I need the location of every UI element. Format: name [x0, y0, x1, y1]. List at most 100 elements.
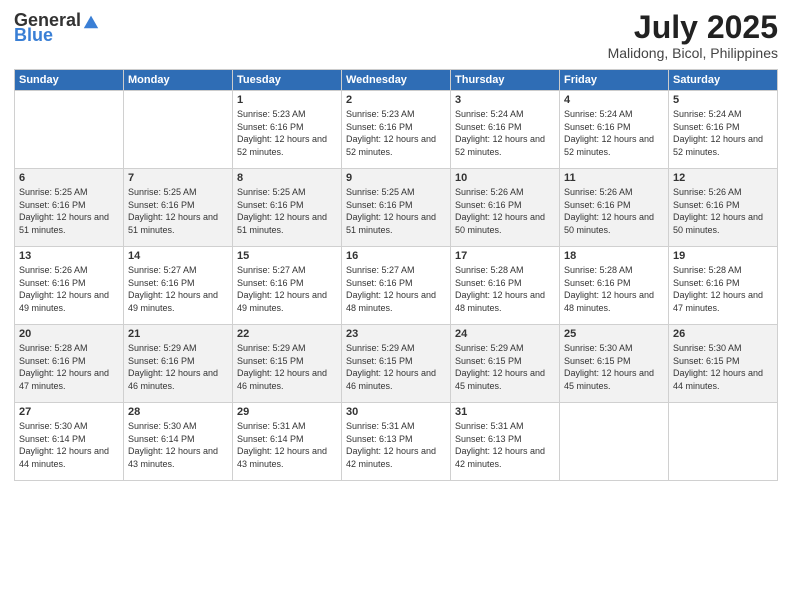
col-saturday: Saturday: [669, 70, 778, 91]
day-number: 3: [455, 94, 555, 106]
table-row: 28 Sunrise: 5:30 AM Sunset: 6:14 PM Dayli…: [124, 403, 233, 481]
table-row: [15, 91, 124, 169]
day-info: Sunrise: 5:31 AM Sunset: 6:13 PM Dayligh…: [346, 420, 446, 470]
calendar-week-row: 13Sunrise: 5:26 AM Sunset: 6:16 PM Dayli…: [15, 247, 778, 325]
page: General Blue July 2025 Malidong, Bicol, …: [0, 0, 792, 612]
day-number: 4: [564, 94, 664, 106]
day-number: 1: [237, 94, 337, 106]
day-number: 6: [19, 172, 119, 184]
table-row: 30 Sunrise: 5:31 AM Sunset: 6:13 PM Dayli…: [342, 403, 451, 481]
day-number: 13: [19, 250, 119, 262]
col-wednesday: Wednesday: [342, 70, 451, 91]
day-number: 8: [237, 172, 337, 184]
table-row: 24 Sunrise: 5:29 AM Sunset: 6:15 PM Dayli…: [451, 325, 560, 403]
day-info: Sunrise: 5:24 AM Sunset: 6:16 PM Dayligh…: [673, 108, 773, 158]
day-number: 31: [455, 406, 555, 418]
logo-text: General Blue: [14, 10, 100, 46]
table-row: 21Sunrise: 5:29 AM Sunset: 6:16 PM Dayli…: [124, 325, 233, 403]
day-info: Sunrise: 5:30 AM Sunset: 6:14 PM Dayligh…: [19, 420, 119, 470]
day-number: 20: [19, 328, 119, 340]
day-number: 22: [237, 328, 337, 340]
day-info: Sunrise: 5:25 AM Sunset: 6:16 PM Dayligh…: [19, 186, 119, 236]
col-thursday: Thursday: [451, 70, 560, 91]
day-number: 14: [128, 250, 228, 262]
day-number: 25: [564, 328, 664, 340]
table-row: 10Sunrise: 5:26 AM Sunset: 6:16 PM Dayli…: [451, 169, 560, 247]
day-number: 27: [19, 406, 119, 418]
table-row: 23 Sunrise: 5:29 AM Sunset: 6:15 PM Dayli…: [342, 325, 451, 403]
table-row: [669, 403, 778, 481]
table-row: 6 Sunrise: 5:25 AM Sunset: 6:16 PM Daylig…: [15, 169, 124, 247]
day-info: Sunrise: 5:28 AM Sunset: 6:16 PM Dayligh…: [455, 264, 555, 314]
location: Malidong, Bicol, Philippines: [608, 45, 778, 61]
day-number: 28: [128, 406, 228, 418]
day-number: 23: [346, 328, 446, 340]
day-number: 21: [128, 328, 228, 340]
calendar-table: Sunday Monday Tuesday Wednesday Thursday…: [14, 69, 778, 481]
day-info: Sunrise: 5:24 AM Sunset: 6:16 PM Dayligh…: [564, 108, 664, 158]
day-info: Sunrise: 5:29 AM Sunset: 6:15 PM Dayligh…: [237, 342, 337, 392]
day-number: 18: [564, 250, 664, 262]
logo-blue: Blue: [14, 25, 53, 46]
day-number: 5: [673, 94, 773, 106]
header: General Blue July 2025 Malidong, Bicol, …: [14, 10, 778, 61]
col-monday: Monday: [124, 70, 233, 91]
table-row: 20 Sunrise: 5:28 AM Sunset: 6:16 PM Dayli…: [15, 325, 124, 403]
day-number: 29: [237, 406, 337, 418]
table-row: 19 Sunrise: 5:28 AM Sunset: 6:16 PM Dayli…: [669, 247, 778, 325]
day-info: Sunrise: 5:27 AM Sunset: 6:16 PM Dayligh…: [346, 264, 446, 314]
logo-icon: [82, 12, 100, 30]
day-number: 19: [673, 250, 773, 262]
day-info: Sunrise: 5:26 AM Sunset: 6:16 PM Dayligh…: [673, 186, 773, 236]
day-info: Sunrise: 5:26 AM Sunset: 6:16 PM Dayligh…: [564, 186, 664, 236]
table-row: 26 Sunrise: 5:30 AM Sunset: 6:15 PM Dayli…: [669, 325, 778, 403]
day-info: Sunrise: 5:28 AM Sunset: 6:16 PM Dayligh…: [19, 342, 119, 392]
day-number: 24: [455, 328, 555, 340]
day-info: Sunrise: 5:29 AM Sunset: 6:15 PM Dayligh…: [455, 342, 555, 392]
day-info: Sunrise: 5:31 AM Sunset: 6:13 PM Dayligh…: [455, 420, 555, 470]
calendar-week-row: 1 Sunrise: 5:23 AM Sunset: 6:16 PM Daylig…: [15, 91, 778, 169]
table-row: [560, 403, 669, 481]
day-number: 30: [346, 406, 446, 418]
table-row: 27 Sunrise: 5:30 AM Sunset: 6:14 PM Dayli…: [15, 403, 124, 481]
day-info: Sunrise: 5:27 AM Sunset: 6:16 PM Dayligh…: [237, 264, 337, 314]
title-block: July 2025 Malidong, Bicol, Philippines: [608, 10, 778, 61]
table-row: 31 Sunrise: 5:31 AM Sunset: 6:13 PM Dayli…: [451, 403, 560, 481]
day-info: Sunrise: 5:27 AM Sunset: 6:16 PM Dayligh…: [128, 264, 228, 314]
table-row: 13Sunrise: 5:26 AM Sunset: 6:16 PM Dayli…: [15, 247, 124, 325]
calendar-header-row: Sunday Monday Tuesday Wednesday Thursday…: [15, 70, 778, 91]
day-number: 11: [564, 172, 664, 184]
day-info: Sunrise: 5:25 AM Sunset: 6:16 PM Dayligh…: [346, 186, 446, 236]
calendar-week-row: 27 Sunrise: 5:30 AM Sunset: 6:14 PM Dayli…: [15, 403, 778, 481]
day-info: Sunrise: 5:30 AM Sunset: 6:14 PM Dayligh…: [128, 420, 228, 470]
day-number: 15: [237, 250, 337, 262]
month-year: July 2025: [608, 10, 778, 45]
day-number: 17: [455, 250, 555, 262]
day-info: Sunrise: 5:28 AM Sunset: 6:16 PM Dayligh…: [673, 264, 773, 314]
table-row: [124, 91, 233, 169]
table-row: 7Sunrise: 5:25 AM Sunset: 6:16 PM Daylig…: [124, 169, 233, 247]
table-row: 16Sunrise: 5:27 AM Sunset: 6:16 PM Dayli…: [342, 247, 451, 325]
table-row: 18 Sunrise: 5:28 AM Sunset: 6:16 PM Dayli…: [560, 247, 669, 325]
col-tuesday: Tuesday: [233, 70, 342, 91]
day-number: 9: [346, 172, 446, 184]
table-row: 4 Sunrise: 5:24 AM Sunset: 6:16 PM Daylig…: [560, 91, 669, 169]
day-info: Sunrise: 5:29 AM Sunset: 6:15 PM Dayligh…: [346, 342, 446, 392]
day-info: Sunrise: 5:23 AM Sunset: 6:16 PM Dayligh…: [346, 108, 446, 158]
day-info: Sunrise: 5:30 AM Sunset: 6:15 PM Dayligh…: [673, 342, 773, 392]
calendar-week-row: 20 Sunrise: 5:28 AM Sunset: 6:16 PM Dayli…: [15, 325, 778, 403]
day-number: 26: [673, 328, 773, 340]
col-sunday: Sunday: [15, 70, 124, 91]
table-row: 8Sunrise: 5:25 AM Sunset: 6:16 PM Daylig…: [233, 169, 342, 247]
day-info: Sunrise: 5:31 AM Sunset: 6:14 PM Dayligh…: [237, 420, 337, 470]
table-row: 15 Sunrise: 5:27 AM Sunset: 6:16 PM Dayli…: [233, 247, 342, 325]
logo: General Blue: [14, 10, 100, 46]
table-row: 25Sunrise: 5:30 AM Sunset: 6:15 PM Dayli…: [560, 325, 669, 403]
calendar-week-row: 6 Sunrise: 5:25 AM Sunset: 6:16 PM Daylig…: [15, 169, 778, 247]
table-row: 1Sunrise: 5:23 AM Sunset: 6:16 PM Daylig…: [233, 91, 342, 169]
table-row: 17 Sunrise: 5:28 AM Sunset: 6:16 PM Dayli…: [451, 247, 560, 325]
day-info: Sunrise: 5:25 AM Sunset: 6:16 PM Dayligh…: [128, 186, 228, 236]
table-row: 14 Sunrise: 5:27 AM Sunset: 6:16 PM Dayli…: [124, 247, 233, 325]
table-row: 3Sunrise: 5:24 AM Sunset: 6:16 PM Daylig…: [451, 91, 560, 169]
day-info: Sunrise: 5:28 AM Sunset: 6:16 PM Dayligh…: [564, 264, 664, 314]
